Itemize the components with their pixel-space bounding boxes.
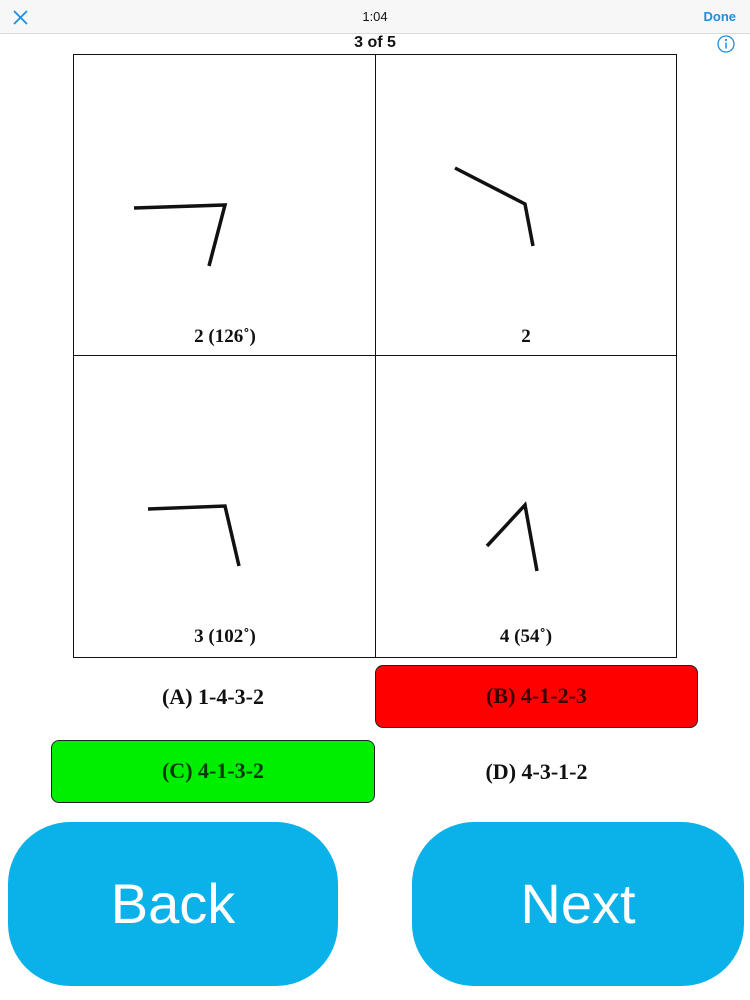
next-button[interactable]: Next: [412, 822, 744, 986]
angle-figure-1: [133, 203, 228, 267]
option-a[interactable]: (A) 1-4-3-2: [52, 666, 374, 728]
info-icon[interactable]: [716, 34, 736, 54]
angle-figure-3: [147, 504, 241, 567]
done-button[interactable]: Done: [704, 9, 737, 24]
panel-caption-2: 2: [521, 326, 531, 347]
back-button[interactable]: Back: [8, 822, 338, 986]
grid-divider-horizontal: [73, 354, 677, 356]
question-counter: 3 of 5: [354, 34, 396, 51]
top-bar: 1:04 Done: [0, 0, 750, 34]
angle-figure-2: [454, 166, 535, 247]
clock-time: 1:04: [362, 9, 388, 24]
angle-figure-4: [485, 501, 539, 572]
panel-caption-3: 3 (102˚): [194, 626, 256, 647]
panel-caption-1: 2 (126˚): [194, 326, 256, 347]
panel-caption-4: 4 (54˚): [499, 626, 553, 647]
option-d[interactable]: (D) 4-3-1-2: [375, 741, 698, 803]
option-c[interactable]: (C) 4-1-3-2: [51, 740, 375, 803]
option-b[interactable]: (B) 4-1-2-3: [375, 665, 698, 728]
